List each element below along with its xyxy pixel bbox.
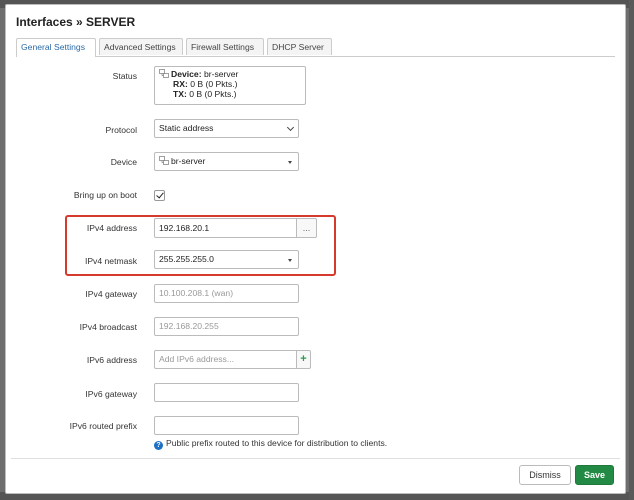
check-icon bbox=[156, 190, 164, 199]
ipv6-address-input[interactable]: Add IPv6 address... bbox=[154, 350, 297, 369]
ipv4-gateway-label: IPv4 gateway bbox=[85, 289, 137, 299]
ipv6-prefix-label: IPv6 routed prefix bbox=[69, 421, 137, 431]
status-label: Status bbox=[112, 71, 137, 81]
background-right bbox=[629, 0, 634, 500]
caret-down-icon bbox=[288, 160, 292, 164]
protocol-select[interactable]: Static address bbox=[154, 119, 299, 138]
status-rx-value: 0 B (0 Pkts.) bbox=[190, 79, 238, 89]
ipv6-prefix-hint-text: Public prefix routed to this device for … bbox=[166, 438, 388, 448]
protocol-select-value: Static address bbox=[159, 123, 214, 133]
network-device-icon bbox=[159, 156, 169, 165]
boot-label: Bring up on boot bbox=[73, 190, 137, 200]
footer-divider bbox=[11, 458, 620, 459]
ipv4-broadcast-label: IPv4 broadcast bbox=[79, 322, 137, 332]
interface-dialog: Interfaces » SERVER General Settings Adv… bbox=[5, 4, 626, 494]
protocol-label: Protocol bbox=[105, 125, 137, 135]
ipv6-gateway-label: IPv6 gateway bbox=[85, 389, 137, 399]
status-rx-prefix: RX: bbox=[173, 79, 188, 89]
status-tx-value: 0 B (0 Pkts.) bbox=[189, 89, 237, 99]
tab-bar: General Settings Advanced Settings Firew… bbox=[16, 38, 615, 57]
dismiss-button[interactable]: Dismiss bbox=[519, 465, 571, 485]
ipv4-broadcast-input[interactable]: 192.168.20.255 bbox=[154, 317, 299, 336]
ipv6-address-label: IPv6 address bbox=[86, 355, 137, 365]
help-icon: ? bbox=[154, 441, 163, 450]
boot-checkbox[interactable] bbox=[154, 190, 165, 201]
highlight-annotation bbox=[65, 215, 336, 276]
ipv6-prefix-hint: ? Public prefix routed to this device for… bbox=[154, 438, 387, 450]
save-button[interactable]: Save bbox=[575, 465, 614, 485]
add-ipv6-address-button[interactable]: + bbox=[297, 350, 311, 369]
ipv4-gateway-input[interactable]: 10.100.208.1 (wan) bbox=[154, 284, 299, 303]
status-device-name: br-server bbox=[203, 69, 239, 79]
chevron-down-icon bbox=[286, 123, 295, 131]
device-select[interactable]: br-server bbox=[154, 152, 299, 171]
tab-firewall-settings[interactable]: Firewall Settings bbox=[186, 38, 264, 55]
dialog-title: Interfaces » SERVER bbox=[16, 15, 136, 29]
device-select-value: br-server bbox=[171, 156, 206, 166]
tab-advanced-settings[interactable]: Advanced Settings bbox=[99, 38, 183, 55]
ipv6-gateway-input[interactable] bbox=[154, 383, 299, 402]
tab-dhcp-server[interactable]: DHCP Server bbox=[267, 38, 332, 55]
ipv6-prefix-input[interactable] bbox=[154, 416, 299, 435]
network-device-icon bbox=[159, 69, 169, 78]
status-tx-prefix: TX: bbox=[173, 89, 187, 99]
status-device-prefix: Device: bbox=[171, 69, 202, 79]
device-label: Device bbox=[110, 157, 137, 167]
status-box: Device: br-server RX: 0 B (0 Pkts.) TX: … bbox=[154, 66, 306, 105]
tab-general-settings[interactable]: General Settings bbox=[16, 38, 96, 57]
